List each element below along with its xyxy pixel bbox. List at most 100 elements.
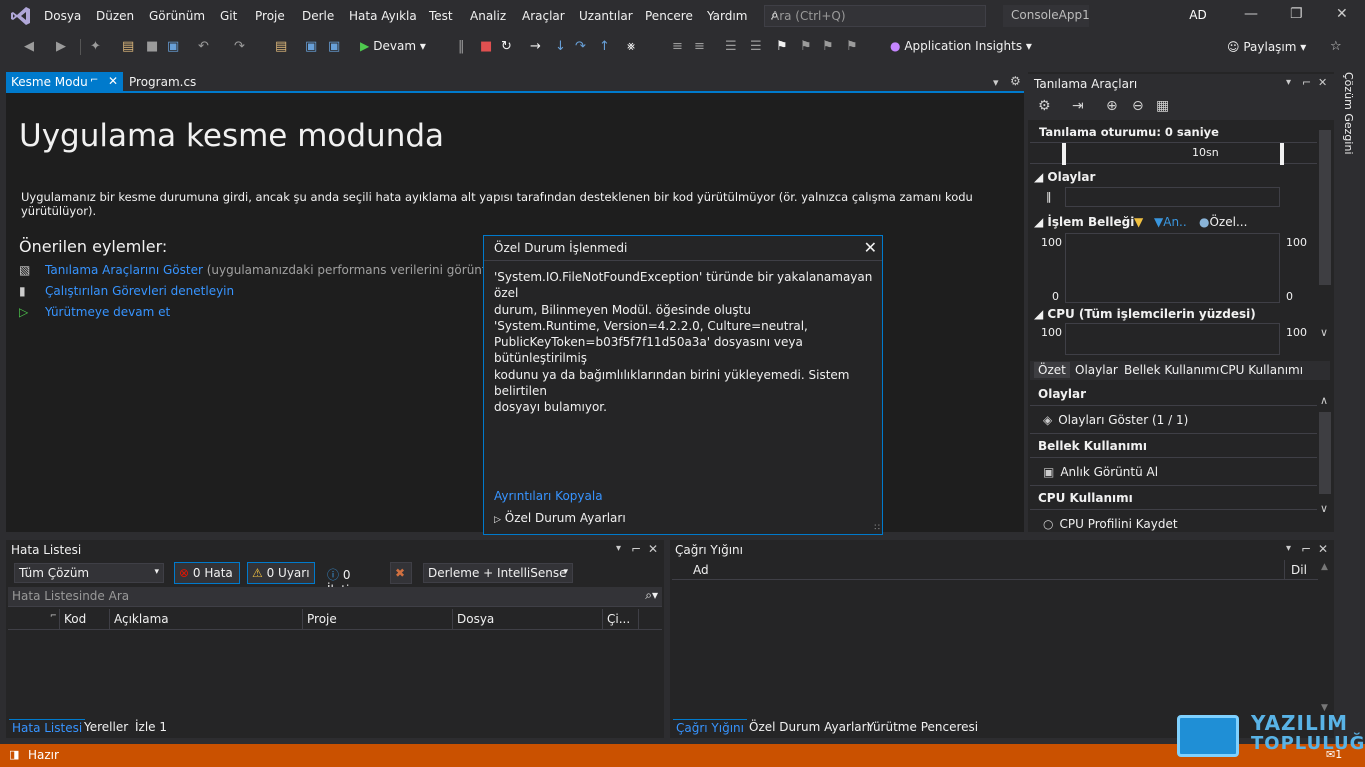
col-project[interactable]: Proje (307, 612, 337, 626)
forward-icon[interactable]: ▶ (56, 39, 66, 54)
tab-exception-settings[interactable]: Özel Durum Ayarları (746, 719, 873, 735)
scroll-up-icon[interactable]: ∧ (1320, 394, 1328, 407)
zoom-in-icon[interactable]: ⊕ (1106, 98, 1118, 114)
pin-icon[interactable]: ⌐ (1302, 76, 1311, 89)
window-layout-icon[interactable]: ▣ (305, 39, 317, 54)
menu-debug[interactable]: Hata Ayıkla (349, 9, 417, 23)
pin-icon[interactable]: ⌐ (90, 75, 98, 86)
new-item-icon[interactable]: ✦ (90, 39, 101, 54)
close-icon[interactable]: ✕ (1318, 76, 1327, 89)
clear-bookmarks-icon[interactable]: ⚑ (846, 39, 858, 54)
search-box[interactable]: Ara (Ctrl+Q) ⌕ (764, 5, 986, 27)
menu-extensions[interactable]: Uzantılar (579, 9, 633, 23)
copy-details-link[interactable]: Ayrıntıları Kopyala (494, 489, 603, 503)
menu-edit[interactable]: Düzen (96, 9, 134, 23)
save-icon[interactable]: ■ (146, 39, 158, 54)
clear-filter-button[interactable]: ✖ (390, 562, 412, 584)
timeline-start-marker[interactable] (1062, 143, 1066, 165)
back-icon[interactable]: ◀ (24, 39, 34, 54)
action-check-tasks[interactable]: ▮ Çalıştırılan Görevleri denetleyin (19, 284, 234, 298)
record-cpu-profile-item[interactable]: ○ CPU Profilini Kaydet (1043, 517, 1178, 531)
open-folder-icon[interactable]: ▤ (122, 39, 134, 54)
tab-locals[interactable]: Yereller (81, 719, 131, 735)
visual-studio-logo-icon[interactable] (10, 5, 32, 27)
menu-build[interactable]: Derle (302, 9, 334, 23)
exception-settings-expander[interactable]: ▷ Özel Durum Ayarları (494, 511, 626, 525)
scroll-up-icon[interactable]: ▲ (1321, 562, 1328, 572)
scope-dropdown[interactable]: Tüm Çözüm ▾ (14, 563, 164, 583)
menu-help[interactable]: Yardım (707, 9, 747, 23)
diagnostics-scrollbar[interactable] (1319, 130, 1331, 285)
next-bookmark-icon[interactable]: ⚑ (822, 39, 834, 54)
pin-icon[interactable]: ⌐ (1301, 542, 1311, 556)
continue-button[interactable]: ▶ Devam ▾ (360, 39, 426, 53)
undo-icon[interactable]: ↶ (198, 39, 209, 54)
restart-icon[interactable]: ↻ (501, 39, 512, 54)
tab-memory-usage[interactable]: Bellek Kullanımı (1120, 362, 1223, 378)
panel-menu-icon[interactable]: ▾ (1286, 77, 1291, 88)
settings-icon[interactable]: ⚙ (1010, 74, 1021, 88)
take-snapshot-item[interactable]: ▣ Anlık Görüntü Al (1043, 465, 1158, 479)
gear-icon[interactable]: ⚙ (1038, 98, 1051, 114)
step-over-icon[interactable]: ↷ (575, 39, 586, 54)
errors-filter-button[interactable]: ⊗ 0 Hata (174, 562, 240, 584)
timeline-end-marker[interactable] (1280, 143, 1284, 165)
tab-overflow-icon[interactable]: ▾ (993, 76, 999, 89)
stop-icon[interactable]: ■ (480, 39, 492, 54)
step-into-icon[interactable]: ↓ (555, 39, 566, 54)
memory-section-header[interactable]: ◢ İşlem Belleği ▼ ▼An.. ●Özel... (1034, 215, 1247, 229)
events-section-header[interactable]: ◢ Olaylar (1034, 170, 1095, 184)
col-description[interactable]: Açıklama (114, 612, 169, 626)
tab-program-cs[interactable]: Program.cs (126, 72, 206, 93)
sort-icon[interactable]: ⌐ (50, 611, 57, 620)
close-tab-icon[interactable]: ✕ (108, 74, 118, 88)
close-icon[interactable]: ✕ (864, 238, 877, 257)
summary-scrollbar[interactable] (1319, 412, 1331, 494)
menu-tools[interactable]: Araçlar (522, 9, 565, 23)
scroll-down-icon[interactable]: ∨ (1320, 326, 1328, 339)
minimize-icon[interactable]: — (1244, 6, 1258, 22)
continue-link[interactable]: Yürütmeye devam et (45, 305, 170, 319)
col-line[interactable]: Çi... (607, 612, 630, 626)
tab-watch-1[interactable]: İzle 1 (132, 719, 170, 735)
menu-git[interactable]: Git (220, 9, 237, 23)
build-filter-dropdown[interactable]: Derleme + IntelliSense ▾ (423, 563, 573, 583)
col-file[interactable]: Dosya (457, 612, 494, 626)
tab-cpu-usage[interactable]: CPU Kullanımı (1216, 362, 1307, 378)
panel-menu-icon[interactable]: ▾ (616, 543, 621, 554)
comment-icon[interactable]: ≡ (672, 39, 683, 54)
cpu-section-header[interactable]: ◢ CPU (Tüm işlemcilerin yüzdesi) (1034, 307, 1256, 321)
col-language[interactable]: Dil (1291, 563, 1307, 577)
menu-file[interactable]: Dosya (44, 9, 81, 23)
show-next-statement-icon[interactable]: → (530, 39, 541, 54)
tab-summary[interactable]: Özet (1034, 362, 1070, 378)
resize-grip-icon[interactable]: ∷ (874, 523, 880, 533)
col-code[interactable]: Kod (64, 612, 86, 626)
scroll-down-icon[interactable]: ∨ (1320, 502, 1328, 515)
pause-icon[interactable]: ‖ (1046, 190, 1052, 203)
feedback-icon[interactable]: ☆ (1330, 39, 1342, 54)
outdent-icon[interactable]: ☰ (750, 39, 762, 54)
reset-view-icon[interactable]: ▦ (1156, 98, 1169, 114)
tab-events[interactable]: Olaylar (1071, 362, 1122, 378)
action-continue[interactable]: ▷ Yürütmeye devam et (19, 305, 170, 319)
col-name[interactable]: Ad (693, 563, 709, 577)
redo-icon[interactable]: ↷ (234, 39, 245, 54)
timeline-ruler[interactable]: 10sn (1030, 142, 1317, 165)
menu-project[interactable]: Proje (255, 9, 285, 23)
tab-immediate-window[interactable]: Yürütme Penceresi (864, 719, 981, 735)
hot-reload-icon[interactable]: ⨳ (627, 39, 635, 54)
close-window-icon[interactable]: ✕ (1336, 6, 1348, 22)
tab-break-mode[interactable]: Kesme Modu ⌐ ✕ (6, 72, 123, 93)
find-in-files-icon[interactable]: ▤ (275, 39, 287, 54)
indent-icon[interactable]: ☰ (725, 39, 737, 54)
uncomment-icon[interactable]: ≡ (694, 39, 705, 54)
screenshot-icon[interactable]: ▣ (328, 39, 340, 54)
avatar[interactable]: AD (1186, 5, 1210, 27)
menu-window[interactable]: Pencere (645, 9, 693, 23)
show-events-item[interactable]: ◈ Olayları Göster (1 / 1) (1043, 413, 1188, 427)
action-show-diagnostics[interactable]: ▧ Tanılama Araçlarını Göster (uygulamanız… (19, 263, 528, 277)
bookmark-icon[interactable]: ⚑ (776, 39, 788, 54)
share-button[interactable]: ☺ Paylaşım ▾ (1227, 40, 1306, 54)
restore-icon[interactable]: ❐ (1290, 6, 1303, 22)
